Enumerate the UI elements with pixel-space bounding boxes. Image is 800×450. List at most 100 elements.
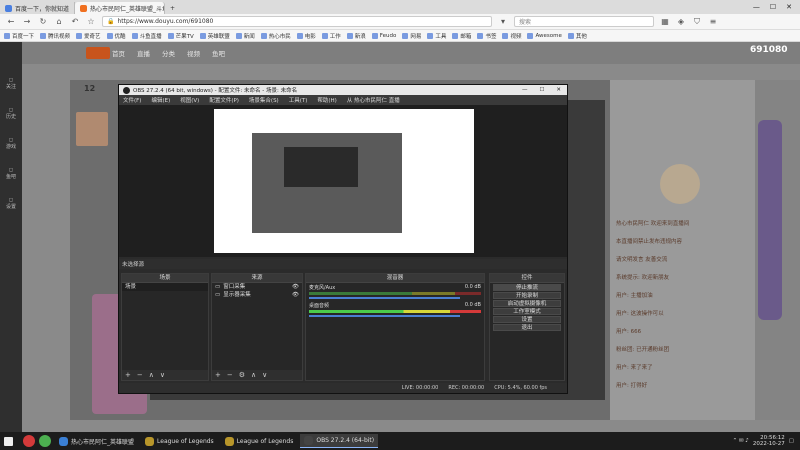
site-nav-item[interactable]: 直播 [137,48,150,58]
browser-tab[interactable]: 百度一下，你就知道 [0,2,76,14]
bookmark-item[interactable]: 芒果TV [167,32,194,40]
douyu-logo[interactable] [86,47,110,59]
bookmark-item[interactable]: 腾讯视频 [40,32,70,40]
maximize-icon[interactable]: ☐ [539,87,544,93]
lock-icon: 🔒 [107,18,115,25]
down-icon[interactable]: ∨ [160,371,165,379]
remove-icon[interactable]: − [227,371,233,379]
bookmark-star-icon[interactable]: ☆ [86,17,96,26]
dropdown-icon[interactable]: ▾ [498,17,508,26]
obs-menu-item[interactable]: 视图(V) [180,96,199,104]
source-item[interactable]: ▭ 显示器采集 👁 [212,291,302,299]
minimize-icon[interactable]: — [753,3,760,11]
site-nav-item[interactable]: 首页 [112,48,125,58]
volume-slider[interactable] [309,315,461,317]
close-icon[interactable]: ✕ [786,3,792,11]
bookmark-item[interactable]: Awesome [527,32,562,39]
url-bar[interactable]: 🔒 https://www.douyu.com/691080 [102,16,492,27]
promo-banner[interactable] [758,120,782,320]
remove-icon[interactable]: − [137,371,143,379]
obs-menu-item[interactable]: 场景集合(S) [249,96,279,104]
360-browser-icon[interactable] [23,435,35,447]
taskbar-app[interactable]: 热心市民阿仁_英雄联盟 [55,434,138,448]
obs-menu-item[interactable]: 从 热心市民阿仁 直播 [347,96,400,104]
bookmark-item[interactable]: 其他 [567,32,587,40]
scene-item[interactable]: 场景 [122,283,208,291]
browser-tab-active[interactable]: 热心市民阿仁_英雄联盟_斗鱼 [75,2,166,14]
control-button[interactable]: 退出 [493,324,561,331]
eye-icon[interactable]: 👁 [292,283,302,291]
site-nav-item[interactable]: 分类 [162,48,175,58]
obs-menu-item[interactable]: 工具(T) [289,96,308,104]
notification-icon[interactable]: ▢ [789,438,794,444]
grid-icon[interactable]: ▦ [660,17,670,26]
bookmark-item[interactable]: 书签 [477,32,496,40]
bookmark-item[interactable]: 优酷 [106,32,126,40]
bookmark-item[interactable]: 工作 [321,32,341,40]
site-nav-item[interactable]: 鱼吧 [212,48,225,58]
bookmark-item[interactable]: Feudo [371,32,396,39]
bookmark-item[interactable]: 工具 [427,32,446,40]
bookmark-item[interactable]: 斗鱼直播 [131,32,162,40]
bookmark-favicon-icon [321,32,328,39]
shield-icon[interactable]: ⛉ [692,17,702,27]
browser-nav-bar: ← → ↻ ⌂ ↶ ☆ 🔒 https://www.douyu.com/6910… [0,14,800,30]
taskbar-app[interactable]: OBS 27.2.4 (64-bit) [300,434,379,448]
bookmark-item[interactable]: 热心市民 [260,32,291,40]
app-icon [304,436,314,445]
taskbar-app[interactable]: League of Legends [141,434,218,448]
eye-icon[interactable]: 👁 [292,291,302,299]
obs-menu-item[interactable]: 配置文件(P) [209,96,239,104]
bookmark-item[interactable]: 电影 [296,32,316,40]
undo-icon[interactable]: ↶ [70,17,80,26]
gear-icon[interactable]: ⚙ [239,371,245,379]
add-icon[interactable]: + [125,371,131,379]
control-button[interactable]: 停止推流 [493,284,561,291]
control-button[interactable]: 开始录制 [493,292,561,299]
start-icon[interactable] [4,436,13,446]
extension-icon[interactable]: ◈ [676,17,686,26]
streamer-avatar[interactable] [76,112,108,146]
control-button[interactable]: 启动虚拟摄像机 [493,300,561,307]
tray-icons[interactable]: ⌃ ✉ ♪ [733,438,749,444]
left-nav-item[interactable]: ◻ 鱼吧 [0,162,22,184]
add-icon[interactable]: + [215,371,221,379]
left-nav-item[interactable]: ◻ 设置 [0,192,22,214]
left-nav-item[interactable]: ◻ 历史 [0,102,22,124]
minimize-icon[interactable]: — [522,87,528,93]
maximize-icon[interactable]: ☐ [770,3,776,11]
obs-preview[interactable] [119,105,567,257]
control-button[interactable]: 工作室模式 [493,308,561,315]
taskbar-app[interactable]: League of Legends [221,434,298,448]
source-item[interactable]: ▭ 窗口采集 👁 [212,283,302,291]
bookmark-item[interactable]: 新浪 [346,32,366,40]
down-icon[interactable]: ∨ [262,371,267,379]
up-icon[interactable]: ∧ [251,371,256,379]
bookmark-item[interactable]: 爱奇艺 [76,32,101,40]
left-nav-label: 鱼吧 [5,173,16,180]
obs-menu-item[interactable]: 编辑(E) [151,96,170,104]
left-nav-item[interactable]: ◻ 游戏 [0,132,22,154]
home-icon[interactable]: ⌂ [54,17,64,26]
obs-menu-item[interactable]: 帮助(H) [317,96,336,104]
site-nav-item[interactable]: 视频 [187,48,200,58]
search-input[interactable]: 搜索 [514,16,654,27]
new-tab-button[interactable]: + [165,2,180,14]
chrome-icon[interactable] [39,435,51,447]
forward-icon[interactable]: → [22,17,32,26]
volume-slider[interactable] [309,297,461,299]
bookmark-item[interactable]: 邮箱 [452,32,471,40]
close-icon[interactable]: ✕ [556,87,561,93]
obs-menu-item[interactable]: 文件(F) [123,96,141,104]
left-nav-item[interactable]: ◻ 关注 [0,72,22,94]
up-icon[interactable]: ∧ [149,371,154,379]
back-icon[interactable]: ← [6,17,16,26]
reload-icon[interactable]: ↻ [38,17,48,26]
control-button[interactable]: 设置 [493,316,561,323]
bookmark-item[interactable]: 新闻 [235,32,255,40]
menu-icon[interactable]: ≡ [708,17,718,26]
bookmark-item[interactable]: 英雄联盟 [199,32,230,40]
bookmark-item[interactable]: 百度一下 [4,32,34,40]
bookmark-item[interactable]: 视频 [502,32,521,40]
bookmark-item[interactable]: 网易 [402,32,421,40]
